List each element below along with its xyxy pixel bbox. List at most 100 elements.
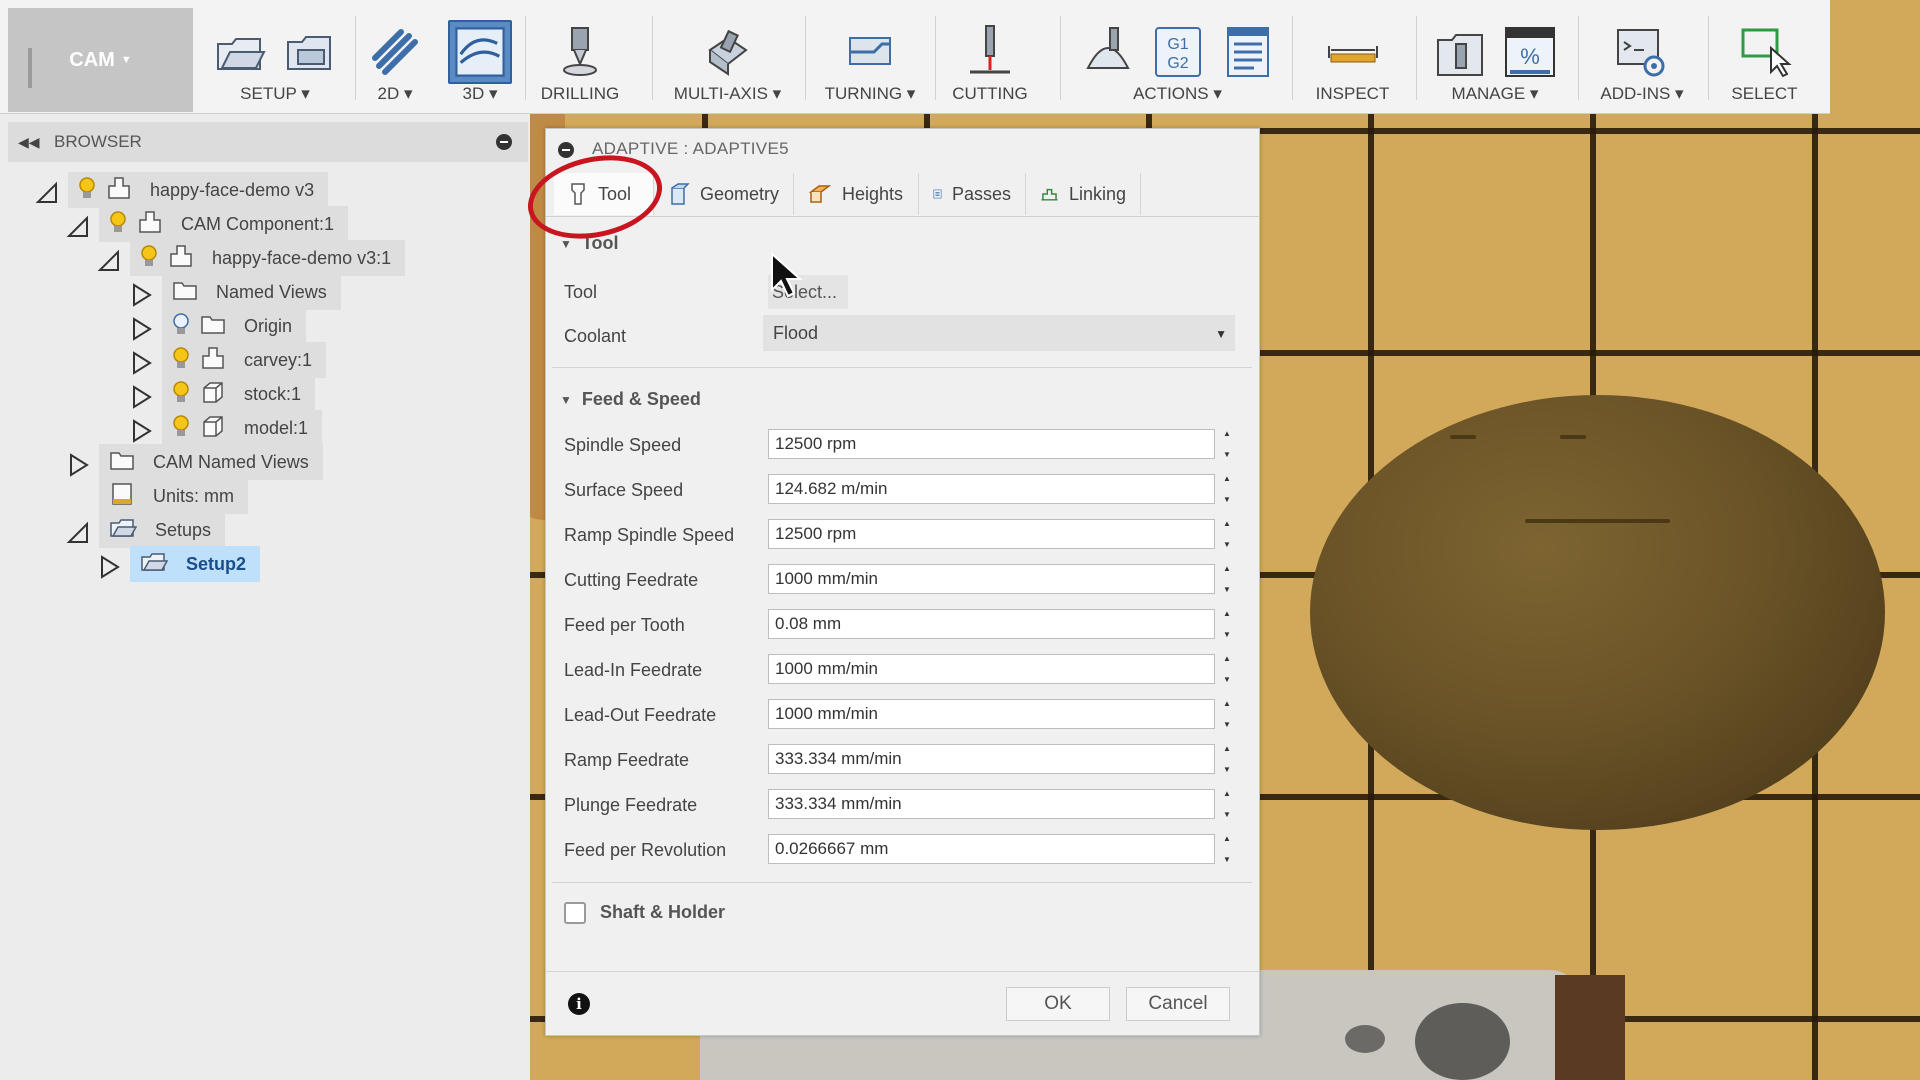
spindle-speed-input[interactable] bbox=[768, 429, 1215, 459]
lightbulb-off-icon[interactable] bbox=[172, 312, 190, 341]
collapsed-triangle-icon[interactable] bbox=[96, 554, 122, 580]
lead-out-feedrate-input[interactable] bbox=[768, 699, 1215, 729]
spinner[interactable]: ▲ ▼ bbox=[1218, 699, 1236, 729]
drilling-group[interactable]: DRILLING bbox=[530, 14, 630, 114]
spin-up-icon[interactable]: ▲ bbox=[1223, 474, 1231, 483]
drill-icon[interactable] bbox=[552, 24, 608, 80]
expanded-triangle-icon[interactable] bbox=[96, 248, 122, 274]
happy-face-model[interactable] bbox=[1310, 395, 1885, 830]
simulate-icon[interactable] bbox=[1080, 24, 1136, 80]
tree-item-cam-named-views[interactable]: CAM Named Views bbox=[99, 444, 323, 480]
shaft-holder-checkbox[interactable] bbox=[564, 902, 586, 924]
spinner[interactable]: ▲ ▼ bbox=[1218, 519, 1236, 549]
inspect-group[interactable]: INSPECT bbox=[1295, 14, 1410, 114]
spin-down-icon[interactable]: ▼ bbox=[1223, 585, 1231, 594]
spin-down-icon[interactable]: ▼ bbox=[1223, 675, 1231, 684]
feed-speed-section-header[interactable]: ▼ Feed & Speed bbox=[560, 389, 701, 410]
collapsed-triangle-icon[interactable] bbox=[128, 316, 154, 342]
manage-group[interactable]: % MANAGE ▾ bbox=[1420, 14, 1570, 114]
info-icon[interactable]: i bbox=[568, 993, 590, 1015]
cutting-feedrate-input[interactable] bbox=[768, 564, 1215, 594]
tab-passes[interactable]: Passes bbox=[919, 173, 1026, 215]
tab-linking[interactable]: Linking bbox=[1026, 173, 1141, 215]
turning-group[interactable]: TURNING ▾ bbox=[810, 14, 930, 114]
collapse-panel-icon[interactable]: ◀◀ bbox=[18, 134, 40, 151]
tab-geometry[interactable]: Geometry bbox=[654, 173, 794, 215]
spin-up-icon[interactable]: ▲ bbox=[1223, 654, 1231, 663]
spinner[interactable]: ▲ ▼ bbox=[1218, 429, 1236, 459]
select-group[interactable]: SELECT bbox=[1712, 14, 1817, 114]
setup-group[interactable]: SETUP ▾ bbox=[200, 14, 350, 114]
spin-up-icon[interactable]: ▲ bbox=[1223, 609, 1231, 618]
lightbulb-on-icon[interactable] bbox=[172, 346, 190, 375]
spin-up-icon[interactable]: ▲ bbox=[1223, 744, 1231, 753]
tree-item-carvey[interactable]: carvey:1 bbox=[162, 342, 327, 378]
dialog-titlebar[interactable]: ADAPTIVE : ADAPTIVE5 bbox=[546, 129, 1259, 169]
measure-ruler-icon[interactable] bbox=[1325, 24, 1381, 80]
tree-item-named-views[interactable]: Named Views bbox=[162, 274, 341, 310]
turning-icon[interactable] bbox=[842, 24, 898, 80]
lightbulb-on-icon[interactable] bbox=[140, 244, 158, 273]
setup-sheet-icon[interactable] bbox=[1220, 24, 1276, 80]
spin-down-icon[interactable]: ▼ bbox=[1223, 810, 1231, 819]
spin-up-icon[interactable]: ▲ bbox=[1223, 519, 1231, 528]
tree-item-stock[interactable]: stock:1 bbox=[162, 376, 316, 412]
ramp-feedrate-input[interactable] bbox=[768, 744, 1215, 774]
multi-axis-icon[interactable] bbox=[700, 24, 756, 80]
spinner[interactable]: ▲ ▼ bbox=[1218, 834, 1236, 864]
collapsed-triangle-icon[interactable] bbox=[128, 350, 154, 376]
post-process-icon[interactable]: G1G2 bbox=[1150, 24, 1206, 80]
tool-library-icon[interactable] bbox=[1432, 24, 1488, 80]
spin-down-icon[interactable]: ▼ bbox=[1223, 720, 1231, 729]
tree-item-cam-component[interactable]: CAM Component:1 bbox=[99, 206, 349, 242]
spin-down-icon[interactable]: ▼ bbox=[1223, 495, 1231, 504]
add-ins-group[interactable]: ADD-INS ▾ bbox=[1582, 14, 1702, 114]
dialog-collapse-icon[interactable] bbox=[558, 142, 574, 158]
setup-folder-icon[interactable] bbox=[212, 24, 268, 80]
spinner[interactable]: ▲ ▼ bbox=[1218, 474, 1236, 504]
ok-button[interactable]: OK bbox=[1006, 987, 1110, 1021]
spinner[interactable]: ▲ ▼ bbox=[1218, 744, 1236, 774]
actions-group[interactable]: G1 G2 ACTIONS ▾ bbox=[1065, 14, 1290, 114]
2d-group[interactable]: 2D ▾ bbox=[360, 14, 430, 114]
lead-in-feedrate-input[interactable] bbox=[768, 654, 1215, 684]
spin-down-icon[interactable]: ▼ bbox=[1223, 630, 1231, 639]
spin-down-icon[interactable]: ▼ bbox=[1223, 540, 1231, 549]
expanded-triangle-icon[interactable] bbox=[65, 214, 91, 240]
collapsed-triangle-icon[interactable] bbox=[128, 418, 154, 444]
3d-group[interactable]: 3D ▾ bbox=[440, 14, 520, 114]
coolant-select[interactable]: Flood ▼ bbox=[763, 315, 1235, 351]
spin-down-icon[interactable]: ▼ bbox=[1223, 450, 1231, 459]
spin-up-icon[interactable]: ▲ bbox=[1223, 699, 1231, 708]
tree-item-root[interactable]: happy-face-demo v3 bbox=[68, 172, 329, 208]
spinner[interactable]: ▲ ▼ bbox=[1218, 564, 1236, 594]
spin-up-icon[interactable]: ▲ bbox=[1223, 834, 1231, 843]
2d-pocket-icon[interactable] bbox=[367, 24, 423, 80]
multi-axis-group[interactable]: MULTI-AXIS ▾ bbox=[655, 14, 800, 114]
expanded-triangle-icon[interactable] bbox=[65, 520, 91, 546]
ramp-spindle-speed-input[interactable] bbox=[768, 519, 1215, 549]
lightbulb-on-icon[interactable] bbox=[78, 176, 96, 205]
collapsed-triangle-icon[interactable] bbox=[128, 282, 154, 308]
3d-adaptive-icon[interactable] bbox=[448, 20, 512, 84]
scripts-gear-icon[interactable] bbox=[1614, 24, 1670, 80]
tree-item-setup2[interactable]: Setup2 bbox=[130, 546, 261, 582]
tree-item-model[interactable]: model:1 bbox=[162, 410, 323, 446]
expanded-triangle-icon[interactable] bbox=[34, 180, 60, 206]
spinner[interactable]: ▲ ▼ bbox=[1218, 654, 1236, 684]
spin-down-icon[interactable]: ▼ bbox=[1223, 855, 1231, 864]
spinner[interactable]: ▲ ▼ bbox=[1218, 609, 1236, 639]
surface-speed-input[interactable] bbox=[768, 474, 1215, 504]
spin-down-icon[interactable]: ▼ bbox=[1223, 765, 1231, 774]
tree-item-origin[interactable]: Origin bbox=[162, 308, 307, 344]
setup-edit-icon[interactable] bbox=[282, 24, 338, 80]
spin-up-icon[interactable]: ▲ bbox=[1223, 429, 1231, 438]
workspace-switcher[interactable]: CAM ▼ bbox=[8, 8, 193, 112]
spin-up-icon[interactable]: ▲ bbox=[1223, 789, 1231, 798]
collapsed-triangle-icon[interactable] bbox=[128, 384, 154, 410]
cancel-button[interactable]: Cancel bbox=[1126, 987, 1230, 1021]
tab-heights[interactable]: Heights bbox=[794, 173, 919, 215]
feed-per-revolution-input[interactable] bbox=[768, 834, 1215, 864]
browser-minimize-icon[interactable] bbox=[496, 134, 512, 150]
cutting-group[interactable]: CUTTING bbox=[940, 14, 1040, 114]
